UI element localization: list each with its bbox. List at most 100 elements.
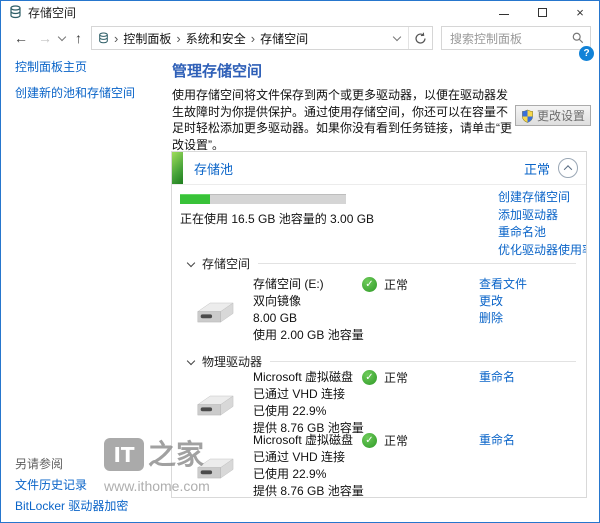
collapse-button[interactable] <box>558 158 578 178</box>
ithome-logo-suffix: 之家 <box>148 438 204 471</box>
chevron-down-icon <box>187 356 195 364</box>
check-icon: ✓ <box>362 277 377 292</box>
section-physical-drives[interactable]: 物理驱动器 <box>188 353 576 370</box>
search-icon <box>572 32 584 44</box>
status-badge: ✓ 正常 <box>362 432 408 449</box>
chevron-down-icon <box>392 33 400 41</box>
section-divider <box>258 263 576 264</box>
storage-pool-panel: 存储池 正常 正在使用 16.5 GB 池容量的 3.00 GB 创建存储空间 … <box>171 151 587 498</box>
page-description: 使用存储空间将文件保存到两个或更多驱动器，以便在驱动器发生故障时为你提供保护。通… <box>172 87 513 153</box>
physical-drive-entry: Microsoft 虚拟磁盘 已通过 VHD 连接 已使用 22.9% 提供 8… <box>172 369 586 433</box>
breadcrumb-separator: › <box>109 31 123 46</box>
status-badge: ✓ 正常 <box>362 276 408 293</box>
pool-usage-bar <box>180 194 346 204</box>
page-title: 管理存储空间 <box>172 60 262 81</box>
window-title: 存储空间 <box>28 4 76 21</box>
help-button[interactable]: ? <box>579 46 594 61</box>
drive-used-percent: 已使用 22.9% <box>253 403 364 420</box>
breadcrumb-separator: › <box>171 31 185 46</box>
check-icon: ✓ <box>362 433 377 448</box>
storage-pool-icon <box>98 32 109 45</box>
address-bar[interactable]: › 控制面板 › 系统和安全 › 存储空间 <box>91 26 433 50</box>
physical-drive-entry: Microsoft 虚拟磁盘 已通过 VHD 连接 已使用 22.9% 提供 8… <box>172 432 586 496</box>
search-box[interactable]: 搜索控制面板 <box>441 26 591 50</box>
sidebar-item-control-panel-home[interactable]: 控制面板主页 <box>15 58 87 75</box>
create-storage-space-link[interactable]: 创建存储空间 <box>498 189 587 207</box>
back-button[interactable]: ← <box>9 30 33 46</box>
change-link[interactable]: 更改 <box>479 293 527 310</box>
delete-link[interactable]: 删除 <box>479 310 527 327</box>
forward-button: → <box>33 30 57 46</box>
section-storage-spaces[interactable]: 存储空间 <box>188 255 576 272</box>
see-also-heading: 另请参阅 <box>15 455 63 472</box>
refresh-icon <box>414 32 427 45</box>
close-button[interactable]: × <box>561 1 599 23</box>
pool-health-stripe <box>172 152 183 184</box>
rename-link[interactable]: 重命名 <box>479 369 515 386</box>
window-controls: × <box>485 1 599 23</box>
add-drives-link[interactable]: 添加驱动器 <box>498 207 587 225</box>
breadcrumb-system-security[interactable]: 系统和安全 <box>186 30 246 47</box>
address-bar-controls <box>388 27 432 49</box>
sidebar-item-bitlocker[interactable]: BitLocker 驱动器加密 <box>15 497 128 514</box>
drive-details: Microsoft 虚拟磁盘 已通过 VHD 连接 已使用 22.9% 提供 8… <box>253 432 364 498</box>
up-button[interactable]: ↑ <box>70 30 87 46</box>
pool-usage-text: 正在使用 16.5 GB 池容量的 3.00 GB <box>180 210 374 227</box>
storage-space-entry: 存储空间 (E:) 双向镜像 8.00 GB 使用 2.00 GB 池容量 ✓ … <box>172 276 586 350</box>
view-files-link[interactable]: 查看文件 <box>479 276 527 293</box>
storage-pool-icon <box>9 5 22 20</box>
chevron-down-icon <box>187 258 195 266</box>
status-label: 正常 <box>384 369 408 386</box>
section-label: 物理驱动器 <box>202 353 262 370</box>
address-dropdown-button[interactable] <box>388 27 408 49</box>
sidebar-item-create-pool[interactable]: 创建新的池和存储空间 <box>15 84 135 101</box>
drive-icon <box>194 300 234 326</box>
entry-links: 重命名 <box>479 369 515 386</box>
entry-links: 查看文件 更改 删除 <box>479 276 527 327</box>
section-divider <box>270 361 576 362</box>
check-icon: ✓ <box>362 370 377 385</box>
drive-connection: 已通过 VHD 连接 <box>253 386 364 403</box>
status-badge: ✓ 正常 <box>362 369 408 386</box>
pool-title: 存储池 <box>194 159 233 178</box>
titlebar: 存储空间 × <box>1 1 599 23</box>
status-label: 正常 <box>384 432 408 449</box>
refresh-button[interactable] <box>408 27 432 49</box>
drive-name: Microsoft 虚拟磁盘 <box>253 369 364 386</box>
storage-space-name: 存储空间 (E:) <box>253 276 364 293</box>
sidebar-item-file-history[interactable]: 文件历史记录 <box>15 476 87 493</box>
drive-name: Microsoft 虚拟磁盘 <box>253 432 364 449</box>
drive-icon <box>194 393 234 419</box>
rename-link[interactable]: 重命名 <box>479 432 515 449</box>
drive-used-percent: 已使用 22.9% <box>253 466 364 483</box>
breadcrumb-control-panel[interactable]: 控制面板 <box>123 30 171 47</box>
status-label: 正常 <box>384 276 408 293</box>
storage-space-used: 使用 2.00 GB 池容量 <box>253 327 364 344</box>
entry-links: 重命名 <box>479 432 515 449</box>
pool-header: 存储池 正常 <box>172 152 586 185</box>
rename-pool-link[interactable]: 重命名池 <box>498 224 587 242</box>
change-settings-button[interactable]: 更改设置 <box>515 105 591 126</box>
section-label: 存储空间 <box>202 255 250 272</box>
storage-space-details: 存储空间 (E:) 双向镜像 8.00 GB 使用 2.00 GB 池容量 <box>253 276 364 344</box>
ithome-url: www.ithome.com <box>104 478 210 494</box>
drive-connection: 已通过 VHD 连接 <box>253 449 364 466</box>
pool-status: 正常 <box>524 159 550 178</box>
maximize-icon <box>538 8 547 17</box>
minimize-button[interactable] <box>485 1 523 23</box>
ithome-logo: IT <box>104 438 144 471</box>
maximize-button[interactable] <box>523 1 561 23</box>
change-settings-label: 更改设置 <box>537 107 585 124</box>
pool-usage-fill <box>180 194 210 204</box>
pool-task-links: 创建存储空间 添加驱动器 重命名池 优化驱动器使用率 <box>498 189 587 259</box>
recent-pages-chevron-icon[interactable] <box>58 33 66 41</box>
breadcrumb-storage-spaces[interactable]: 存储空间 <box>260 30 308 47</box>
storage-spaces-window: 存储空间 × ← → ↑ › 控制面板 › 系统和安全 › 存储空间 <box>0 0 600 523</box>
storage-space-layout: 双向镜像 <box>253 293 364 310</box>
search-placeholder: 搜索控制面板 <box>450 30 572 47</box>
minimize-icon <box>499 14 509 15</box>
drive-capacity: 提供 8.76 GB 池容量 <box>253 483 364 498</box>
chevron-up-icon <box>564 165 572 173</box>
ithome-watermark: IT 之家 www.ithome.com <box>104 438 210 494</box>
drive-details: Microsoft 虚拟磁盘 已通过 VHD 连接 已使用 22.9% 提供 8… <box>253 369 364 437</box>
